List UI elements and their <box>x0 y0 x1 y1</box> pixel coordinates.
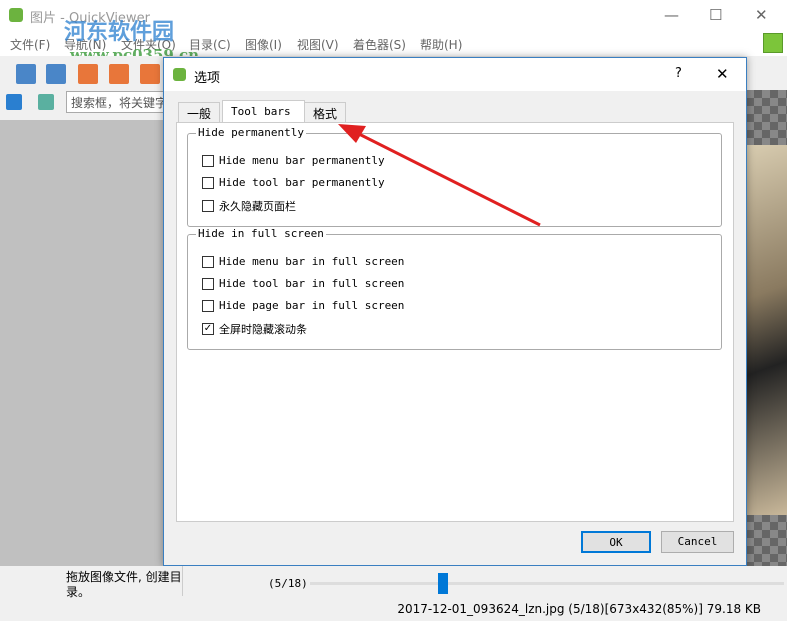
page-slider[interactable] <box>310 582 784 585</box>
status-bar: 拖放图像文件, 创建目录。 (5/18) 2017-12-01_093624_l… <box>0 566 787 621</box>
divider <box>182 566 183 596</box>
arrow-line <box>354 130 541 227</box>
page-counter: (5/18) <box>268 577 308 590</box>
drop-hint: 拖放图像文件, 创建目录。 <box>66 570 182 599</box>
file-info: 2017-12-01_093624_lzn.jpg (5/18)[673x432… <box>397 602 761 616</box>
annotation-arrow <box>338 124 541 227</box>
page-slider-thumb[interactable] <box>438 573 448 594</box>
arrow-head <box>338 124 366 143</box>
